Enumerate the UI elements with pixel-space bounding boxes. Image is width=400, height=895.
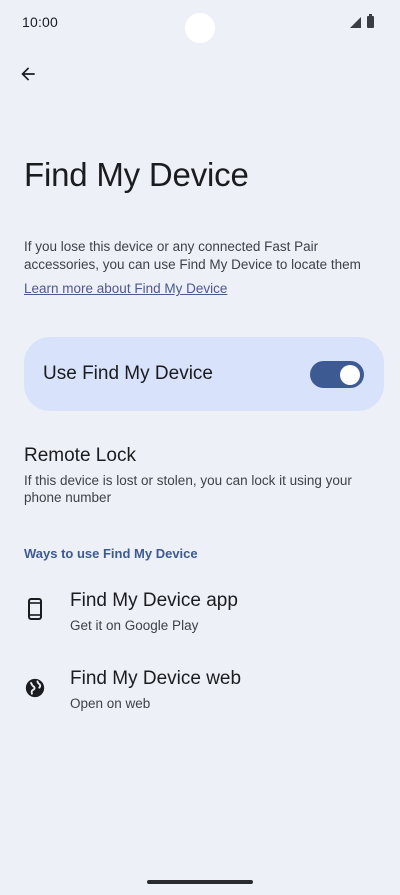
list-item-title: Find My Device app xyxy=(70,590,238,611)
page-description: If you lose this device or any connected… xyxy=(24,239,361,272)
page-title: Find My Device xyxy=(24,156,249,193)
list-item-title: Find My Device web xyxy=(70,668,242,689)
switch-knob xyxy=(340,364,360,385)
back-button[interactable] xyxy=(12,58,44,90)
arrow-back-icon xyxy=(21,67,35,81)
ways-section-header: Ways to use Find My Device xyxy=(24,546,198,561)
find-my-device-screen: 10:00 Find My Device If you lose this de… xyxy=(0,0,400,895)
status-time: 10:00 xyxy=(22,14,59,30)
remote-lock-title: Remote Lock xyxy=(24,445,136,466)
remote-lock-subtitle: If this device is lost or stolen, you ca… xyxy=(24,473,352,505)
status-bar: 10:00 xyxy=(0,0,400,46)
home-indicator[interactable] xyxy=(147,880,253,884)
find-my-device-app-item[interactable]: Find My Device app Get it on Google Play xyxy=(0,586,400,646)
find-my-device-switch[interactable] xyxy=(310,361,364,388)
find-my-device-web-item[interactable]: Find My Device web Open on web xyxy=(0,664,400,724)
phone-icon xyxy=(24,598,46,620)
camera-cutout xyxy=(185,13,215,43)
toggle-label: Use Find My Device xyxy=(43,363,213,384)
status-icons xyxy=(350,14,374,28)
list-item-subtitle: Get it on Google Play xyxy=(70,618,199,633)
learn-more-link[interactable]: Learn more about Find My Device xyxy=(24,281,227,296)
use-find-my-device-toggle-row[interactable]: Use Find My Device xyxy=(24,337,384,411)
list-item-subtitle: Open on web xyxy=(70,696,151,711)
globe-icon xyxy=(24,677,46,699)
battery-icon xyxy=(367,14,374,28)
signal-icon xyxy=(350,16,361,28)
